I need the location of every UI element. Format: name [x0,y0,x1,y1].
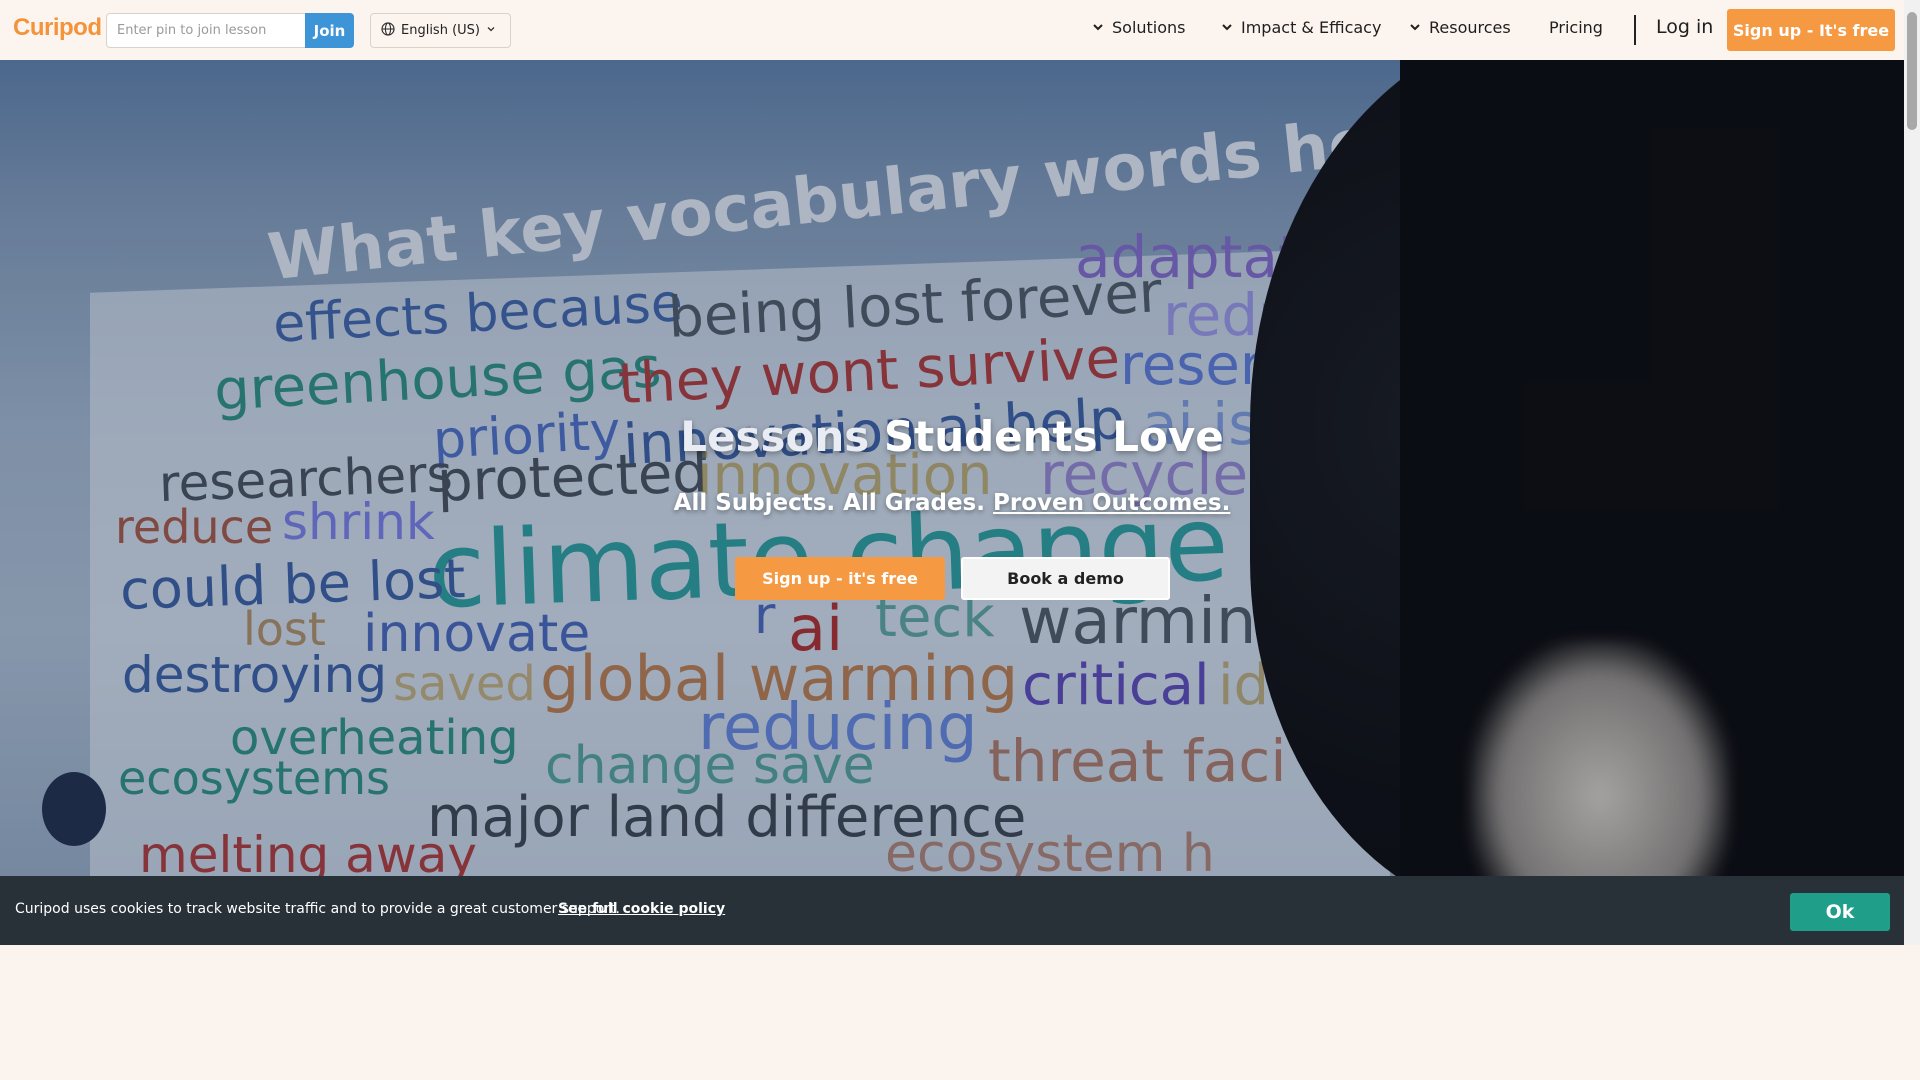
pin-input[interactable] [106,13,305,48]
proven-outcomes-link[interactable]: Proven Outcomes. [993,490,1230,516]
book-demo-button[interactable]: Book a demo [961,557,1170,600]
nav-solutions-label: Solutions [1112,18,1186,37]
cookie-ok-button[interactable]: Ok [1790,893,1890,931]
chevron-down-icon [1221,18,1233,37]
hero-title: Lessons Students Love [0,412,1904,461]
hero-subtitle-text: All Subjects. All Grades. [673,490,985,516]
language-selector[interactable]: English (US) [370,13,511,48]
nav-resources-label: Resources [1429,18,1511,37]
chevron-down-icon [486,23,496,38]
cookie-policy-link[interactable]: See full cookie policy [558,901,725,917]
join-lesson-form: Join [106,13,354,48]
cookie-text: Curipod uses cookies to track website tr… [15,901,620,917]
language-label: English (US) [401,23,480,38]
hero-subtitle: All Subjects. All Grades. Proven Outcome… [0,490,1904,516]
chevron-down-icon [1409,18,1421,37]
page-scrollbar[interactable] [1904,0,1920,945]
join-button[interactable]: Join [305,13,354,48]
scrollbar-thumb[interactable] [1907,12,1917,130]
nav-impact-efficacy[interactable]: Impact & Efficacy [1221,18,1381,37]
nav-pricing[interactable]: Pricing [1549,18,1603,37]
chevron-down-icon [1092,18,1104,37]
hero-signup-button[interactable]: Sign up - it's free [735,557,945,600]
hero-title-part2: Students Love [883,412,1224,461]
nav-pricing-label: Pricing [1549,18,1603,37]
curipod-logo[interactable]: Curipod [13,14,102,42]
hero-title-part1: Lessons [680,412,870,461]
signup-button[interactable]: Sign up - It's free [1727,9,1895,51]
cookie-banner: Curipod uses cookies to track website tr… [0,876,1904,945]
top-nav: Curipod Join English (US) Solutions Impa… [0,0,1904,60]
hero-video[interactable]: What key vocabulary words help to adapta… [0,60,1904,876]
nav-solutions[interactable]: Solutions [1092,18,1186,37]
login-link[interactable]: Log in [1656,16,1713,38]
nav-divider [1634,15,1636,45]
nav-resources[interactable]: Resources [1409,18,1511,37]
globe-icon [381,21,395,40]
nav-impact-label: Impact & Efficacy [1241,18,1382,37]
hero-overlay [0,60,1904,876]
